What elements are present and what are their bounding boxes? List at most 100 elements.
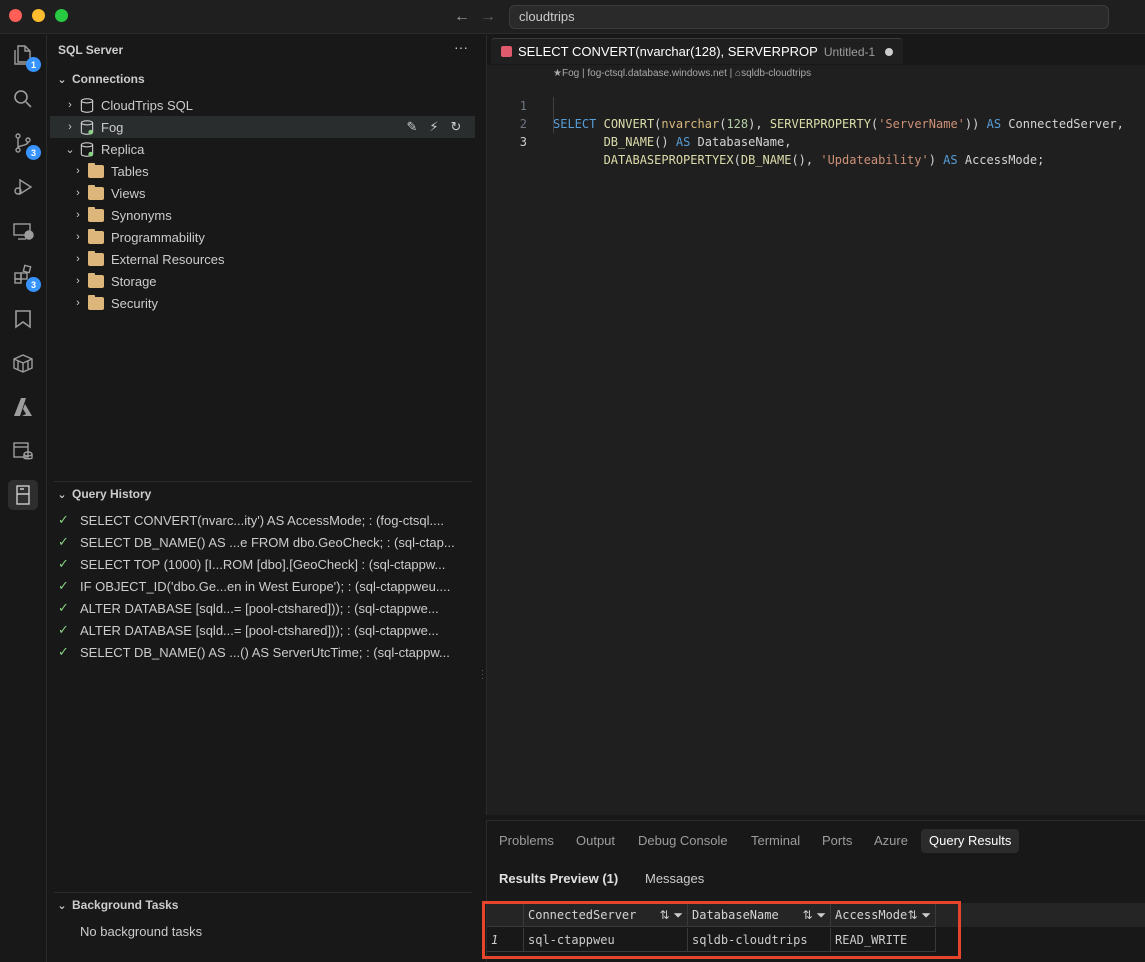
history-item[interactable]: ✓ SELECT DB_NAME() AS ...() AS ServerUtc… xyxy=(58,641,468,663)
database-connected-icon xyxy=(80,141,94,157)
sash-grip-icon[interactable]: · · · xyxy=(481,666,484,683)
history-item[interactable]: ✓ SELECT DB_NAME() AS ...e FROM dbo.GeoC… xyxy=(58,531,468,553)
tab-terminal[interactable]: Terminal xyxy=(743,829,808,853)
tree-item-storage[interactable]: › Storage xyxy=(50,270,475,292)
tree-item-programmability[interactable]: › Programmability xyxy=(50,226,475,248)
extensions-badge: 3 xyxy=(26,277,41,292)
tree-item-tables[interactable]: › Tables xyxy=(50,160,475,182)
connection-breadcrumb[interactable]: ★Fog | fog-ctsql.database.windows.net | … xyxy=(553,68,811,79)
title-bar: ← → cloudtrips xyxy=(0,0,1145,34)
chevron-right-icon: › xyxy=(76,297,80,309)
history-text: ALTER DATABASE [sqld...= [pool-ctshared]… xyxy=(80,600,439,616)
background-tasks-empty: No background tasks xyxy=(80,924,203,939)
connection-label: Replica xyxy=(101,141,145,157)
chevron-down-icon: ⌄ xyxy=(57,899,67,912)
connection-item-replica[interactable]: ⌄ Replica xyxy=(50,138,475,160)
tree-item-label: Synonyms xyxy=(111,207,172,223)
containers-icon[interactable] xyxy=(8,348,38,378)
connections-label: Connections xyxy=(72,72,145,86)
tab-problems[interactable]: Problems xyxy=(491,829,562,853)
history-text: SELECT TOP (1000) [I...ROM [dbo].[GeoChe… xyxy=(80,556,446,572)
tab-query-results[interactable]: Query Results xyxy=(921,829,1020,853)
unsaved-dot-icon[interactable] xyxy=(885,47,894,56)
remote-explorer-icon[interactable] xyxy=(8,216,38,246)
database-projects-icon[interactable] xyxy=(8,436,38,466)
sql-server-sidebar: SQL Server ··· ⌄ Connections › CloudTrip… xyxy=(48,35,478,962)
history-item[interactable]: ✓ IF OBJECT_ID('dbo.Ge...en in West Euro… xyxy=(58,575,468,597)
code-text: DB_NAME() AS DatabaseName, xyxy=(603,135,792,149)
database-connection-icon xyxy=(80,97,94,113)
tree-item-synonyms[interactable]: › Synonyms xyxy=(50,204,475,226)
maximize-window-button[interactable] xyxy=(55,9,68,22)
check-icon: ✓ xyxy=(58,534,69,549)
tab-ports[interactable]: Ports xyxy=(814,829,860,853)
code-text: DATABASEPROPERTYEX(DB_NAME(), 'Updateabi… xyxy=(603,153,1045,167)
chevron-right-icon: › xyxy=(76,165,80,177)
tree-item-label: External Resources xyxy=(111,251,225,267)
chevron-right-icon: › xyxy=(76,253,80,265)
close-window-button[interactable] xyxy=(9,9,22,22)
chevron-right-icon: › xyxy=(68,121,72,133)
search-icon[interactable] xyxy=(8,84,38,114)
sidebar-title: SQL Server xyxy=(58,43,124,57)
run-debug-icon[interactable] xyxy=(8,172,38,202)
results-preview-tab[interactable]: Results Preview (1) xyxy=(499,871,618,886)
background-tasks-section-header[interactable]: ⌄ Background Tasks xyxy=(56,898,178,912)
connection-item-fog[interactable]: › Fog ✎ ⚡ ↻ xyxy=(50,116,475,138)
tab-azure[interactable]: Azure xyxy=(866,829,916,853)
back-arrow-icon[interactable]: ← xyxy=(454,8,470,26)
chevron-down-icon: ⌄ xyxy=(57,488,67,501)
tab-output[interactable]: Output xyxy=(568,829,623,853)
sidebar-sash[interactable] xyxy=(480,35,485,962)
extensions-icon[interactable]: 3 xyxy=(8,260,41,292)
section-divider xyxy=(54,481,472,482)
tab-debug-console[interactable]: Debug Console xyxy=(630,829,736,853)
history-item[interactable]: ✓ ALTER DATABASE [sqld...= [pool-ctshare… xyxy=(58,619,468,641)
check-icon: ✓ xyxy=(58,600,69,615)
source-control-icon[interactable]: 3 xyxy=(8,128,41,160)
folder-icon xyxy=(88,162,104,178)
command-center-search[interactable]: cloudtrips xyxy=(509,5,1109,29)
chevron-right-icon: › xyxy=(76,187,80,199)
azure-icon[interactable] xyxy=(8,392,38,422)
connections-section-header[interactable]: ⌄ Connections xyxy=(56,72,145,86)
history-item[interactable]: ✓ SELECT CONVERT(nvarc...ity') AS Access… xyxy=(58,509,468,531)
more-actions-icon[interactable]: ··· xyxy=(454,39,468,55)
refresh-icon[interactable]: ↻ xyxy=(449,119,463,135)
tree-item-label: Storage xyxy=(111,273,157,289)
database-connected-icon xyxy=(80,119,94,135)
tree-item-label: Views xyxy=(111,185,146,201)
forward-arrow-icon[interactable]: → xyxy=(480,8,496,26)
code-line: 2 DB_NAME() AS DatabaseName, xyxy=(487,97,1145,149)
history-item[interactable]: ✓ SELECT TOP (1000) [I...ROM [dbo].[GeoC… xyxy=(58,553,468,575)
folder-icon xyxy=(88,184,104,200)
history-text: SELECT DB_NAME() AS ...() AS ServerUtcTi… xyxy=(80,644,450,660)
messages-tab[interactable]: Messages xyxy=(645,871,704,886)
tree-item-external-resources[interactable]: › External Resources xyxy=(50,248,475,270)
connection-label: Fog xyxy=(101,119,124,135)
folder-icon xyxy=(88,206,104,222)
minimize-window-button[interactable] xyxy=(32,9,45,22)
chevron-down-icon: ⌄ xyxy=(57,73,67,86)
tree-item-label: Security xyxy=(111,295,158,311)
connection-label: CloudTrips SQL xyxy=(101,97,193,113)
explorer-icon[interactable]: 1 xyxy=(8,40,41,72)
chevron-right-icon: › xyxy=(76,275,80,287)
code-editor[interactable]: 1 SELECT CONVERT(nvarchar(128), SERVERPR… xyxy=(487,79,1145,167)
editor-tab[interactable]: SELECT CONVERT(nvarchar(128), SERVERPROP… xyxy=(491,38,904,64)
connection-actions: ✎ ⚡ ↻ xyxy=(405,119,463,135)
tree-item-security[interactable]: › Security xyxy=(50,292,475,314)
tree-item-views[interactable]: › Views xyxy=(50,182,475,204)
connection-item-cloudtrips[interactable]: › CloudTrips SQL xyxy=(50,94,475,116)
explorer-badge: 1 xyxy=(26,57,41,72)
sql-server-icon[interactable] xyxy=(8,480,38,510)
check-icon: ✓ xyxy=(58,644,69,659)
folder-icon xyxy=(88,250,104,266)
disconnect-icon[interactable]: ⚡ xyxy=(427,119,441,135)
bookmark-icon[interactable] xyxy=(8,304,38,334)
check-icon: ✓ xyxy=(58,556,69,571)
history-item[interactable]: ✓ ALTER DATABASE [sqld...= [pool-ctshare… xyxy=(58,597,468,619)
edit-icon[interactable]: ✎ xyxy=(405,119,419,135)
check-icon: ✓ xyxy=(58,622,69,637)
query-history-section-header[interactable]: ⌄ Query History xyxy=(56,487,151,501)
